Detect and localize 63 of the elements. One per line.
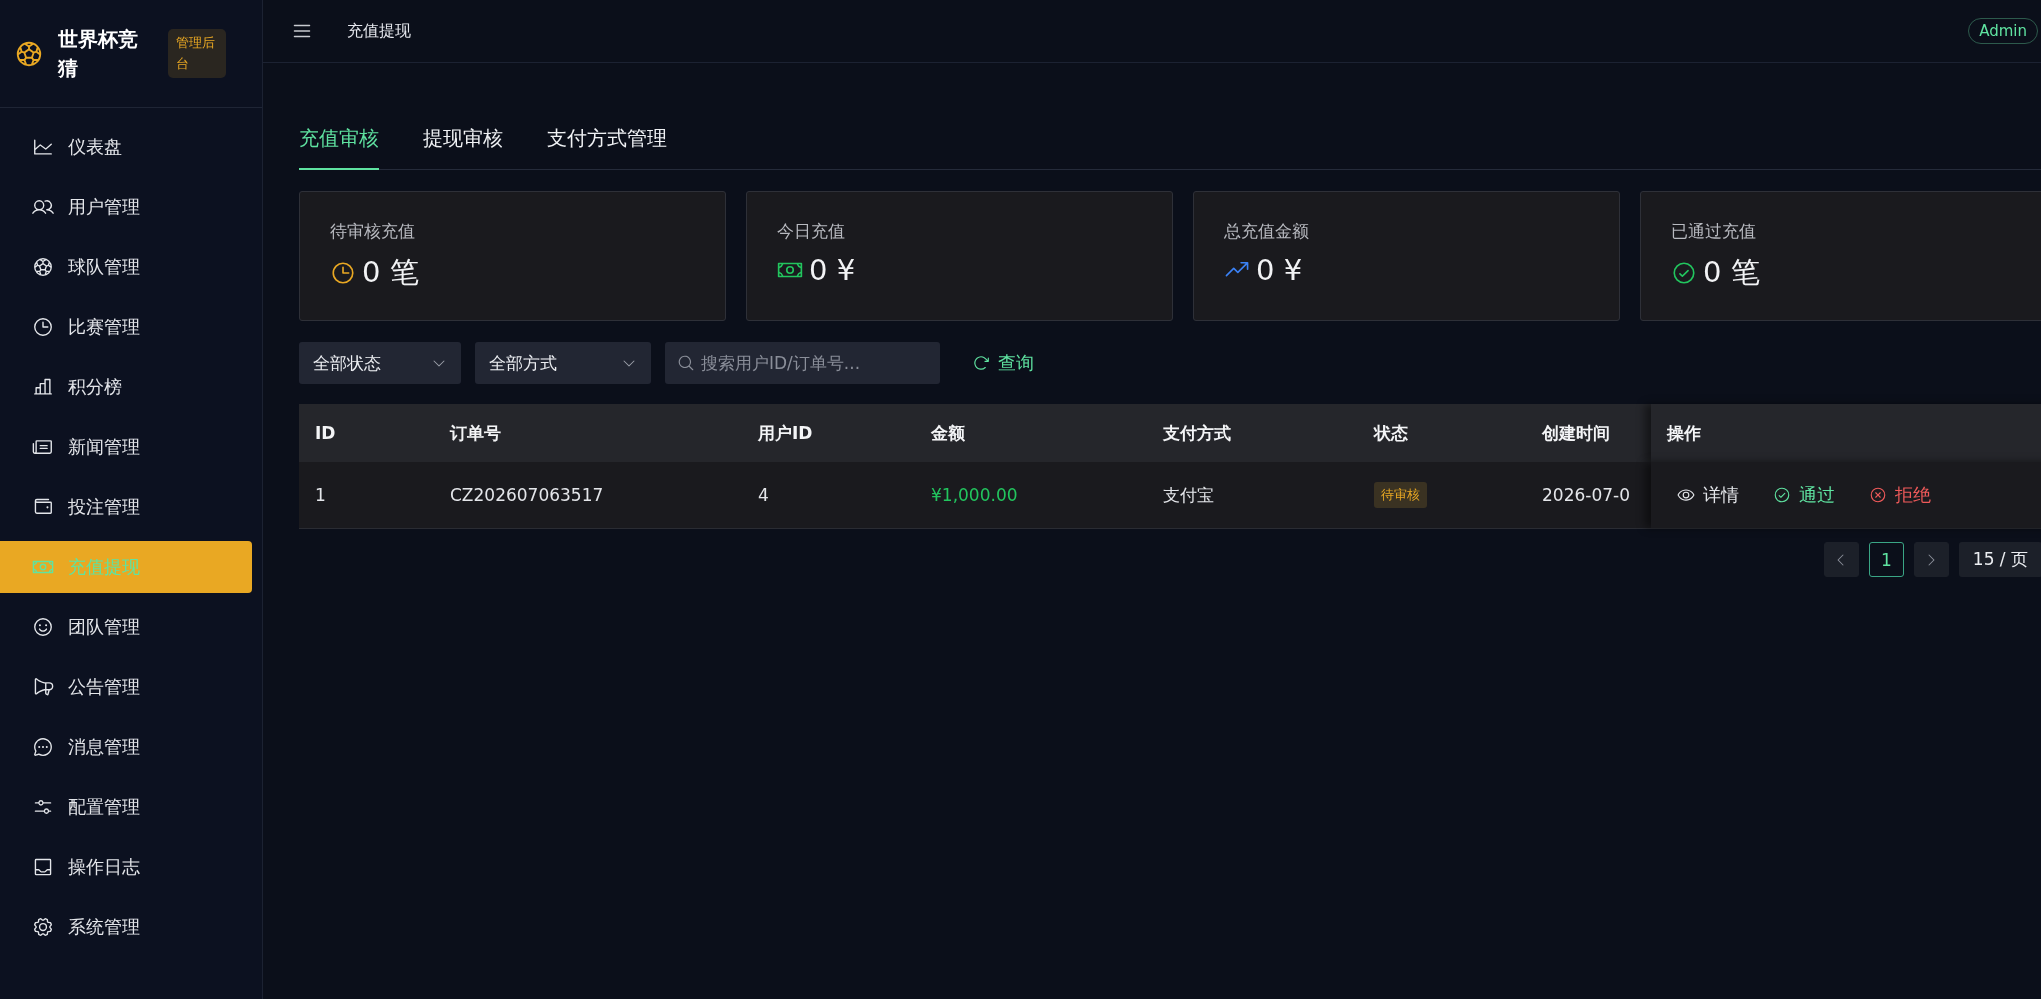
brand-badge: 管理后台	[168, 28, 226, 79]
query-button[interactable]: 查询	[954, 351, 1052, 375]
column-header: 用户ID	[757, 421, 814, 445]
method-select[interactable]: 全部方式	[475, 342, 651, 384]
sidebar-item[interactable]: 仪表盘	[0, 121, 252, 173]
prev-page-button[interactable]	[1823, 542, 1859, 577]
search-icon	[677, 354, 695, 372]
approve-button[interactable]: 通过	[1773, 483, 1835, 507]
stat-label: 今日充值	[777, 220, 846, 243]
sidebar-item[interactable]: 配置管理	[0, 781, 252, 833]
clock-icon	[32, 316, 54, 338]
refresh-icon	[972, 354, 990, 372]
settings-icon	[32, 916, 54, 938]
sidebar-item[interactable]: 球队管理	[0, 241, 252, 293]
eye-icon	[1677, 486, 1695, 504]
status-tag: 待审核	[1374, 482, 1427, 508]
column-header: 创建时间	[1541, 421, 1611, 445]
column-header: 支付方式	[1162, 421, 1232, 445]
reject-button[interactable]: 拒绝	[1869, 483, 1931, 507]
table-cell-text: 2026-07-0	[1541, 484, 1631, 507]
stat-value: 0 笔	[1703, 254, 1760, 291]
table-cell-text: 4	[757, 484, 770, 507]
table-cell-text: ¥1,000.00	[930, 484, 1019, 507]
search-field[interactable]: 搜索用户ID/订单号...	[665, 342, 940, 384]
column-header: 状态	[1372, 421, 1409, 445]
status-select[interactable]: 全部状态	[299, 342, 461, 384]
stat-label: 已通过充值	[1671, 220, 1757, 243]
tray-icon	[32, 856, 54, 878]
stat-label: 总充值金额	[1224, 220, 1310, 243]
page-size-select[interactable]: 15 / 页	[1958, 542, 2041, 577]
page-button[interactable]: 1	[1868, 542, 1904, 577]
tab[interactable]: 提现审核	[423, 111, 503, 170]
stat-value: 0 ¥	[1256, 253, 1303, 287]
sidebar-item[interactable]: 投注管理	[0, 481, 252, 533]
tab[interactable]: 充值审核	[299, 111, 379, 170]
megaphone-icon	[32, 676, 54, 698]
table-cell-text: 支付宝	[1162, 483, 1215, 507]
tab[interactable]: 支付方式管理	[547, 111, 667, 170]
sidebar-item[interactable]: 新闻管理	[0, 421, 252, 473]
sidebar-item[interactable]: 操作日志	[0, 841, 252, 893]
column-header: 金额	[930, 421, 966, 445]
clock-icon	[330, 260, 356, 286]
sidebar-item[interactable]: 团队管理	[0, 601, 252, 653]
stat-value: 0 笔	[362, 254, 419, 291]
sidebar-item[interactable]: 公告管理	[0, 661, 252, 713]
view-button[interactable]: 详情	[1677, 483, 1739, 507]
column-header: 操作	[1651, 404, 2041, 462]
brand-title: 世界杯竞猜	[58, 25, 139, 82]
table-cell-text: 1	[314, 484, 327, 507]
page-title: 充值提现	[347, 20, 412, 42]
sidebar-item[interactable]: 消息管理	[0, 721, 252, 773]
sidebar-item[interactable]: 比赛管理	[0, 301, 252, 353]
stat-value: 0 ¥	[809, 253, 856, 287]
sidebar-item[interactable]: 积分榜	[0, 361, 252, 413]
column-header: 订单号	[448, 421, 502, 445]
sidebar-item[interactable]: 系统管理	[0, 901, 252, 953]
column-header: ID	[314, 422, 337, 445]
next-page-button[interactable]	[1913, 542, 1949, 577]
chat-icon	[32, 736, 54, 758]
sidebar-item[interactable]: 用户管理	[0, 181, 252, 233]
bar-chart-icon	[32, 376, 54, 398]
stat-label: 待审核充值	[330, 220, 416, 243]
table-cell-text: CZ202607063517	[449, 484, 605, 507]
